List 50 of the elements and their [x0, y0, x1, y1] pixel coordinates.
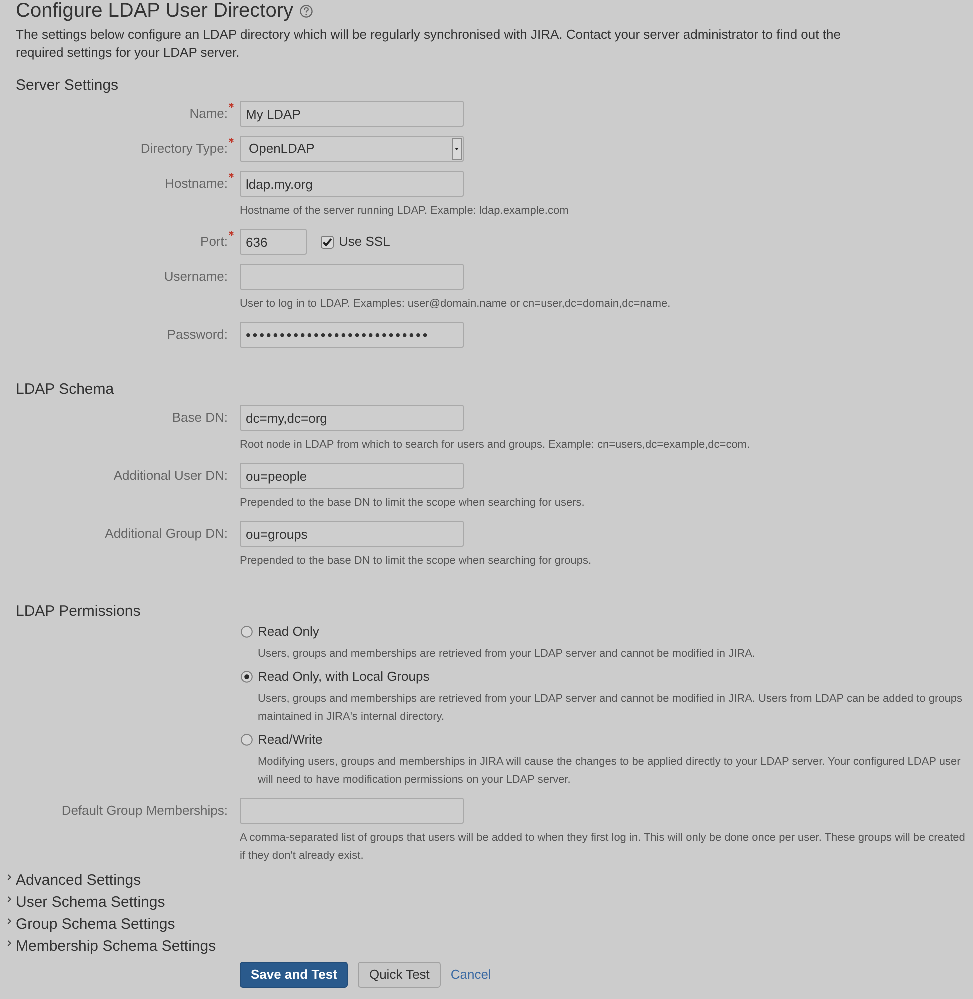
checkbox-label[interactable]: Use SSL	[339, 232, 390, 252]
text-input[interactable]: dc=my,dc=org	[240, 405, 464, 431]
section-toggle[interactable]: User Schema Settings	[7, 892, 166, 914]
field-hint: Prepended to the base DN to limit the scope when searching for users.	[240, 496, 586, 511]
radio-button[interactable]	[241, 671, 253, 683]
radio-label[interactable]: Read/Write	[258, 730, 323, 750]
field-hint: User to log in to LDAP. Examples: user@domain.name or cn=user,dc=domain,dc=name.	[240, 297, 672, 312]
field-hint: Hostname of the server running LDAP. Example: ldap.example.com	[240, 204, 570, 219]
field-label: Port:	[200, 232, 228, 252]
radio-label[interactable]: Read Only	[258, 622, 320, 642]
option-description: Users, groups and memberships are retrieved from your LDAP server and cannot be modified in JIRA. Users from LDAP can be added to groups maintained in JIRA's internal directory.	[257, 692, 964, 725]
page-description: The settings below configure an LDAP directory which will be regularly synchronised with JIRA. Contact your server administrator to find out the required settings for your LDAP server.	[16, 26, 842, 62]
checkbox[interactable]	[321, 236, 334, 248]
dropdown-select[interactable]: OpenLDAP	[240, 136, 464, 162]
radio-button[interactable]	[241, 734, 253, 746]
text-input[interactable]: ou=people	[240, 463, 464, 489]
field-hint: Root node in LDAP from which to search for users and groups. Example: cn=users,dc=example,dc=com.	[240, 438, 752, 453]
field-label: Base DN:	[172, 409, 228, 428]
field-label: Hostname:	[165, 174, 228, 194]
option-description: Users, groups and memberships are retrieved from your LDAP server and cannot be modified in JIRA.	[257, 647, 756, 662]
text-input[interactable]	[240, 798, 464, 824]
field-label: Name:	[190, 104, 228, 124]
radio-button[interactable]	[241, 626, 253, 638]
option-description: Modifying users, groups and memberships in JIRA will cause the changes to be applied directly to your LDAP server. Your configured LDAP user will need to have modification permissions on your LDAP server.	[257, 755, 962, 788]
field-hint: Prepended to the base DN to limit the scope when searching for groups.	[240, 554, 593, 569]
section-toggle[interactable]: Advanced Settings	[7, 870, 142, 892]
text-input[interactable]: ldap.my.org	[240, 171, 464, 197]
text-input[interactable]: ou=groups	[240, 521, 464, 547]
password-input[interactable]: •••••••••••••••••••••••••••	[240, 322, 464, 348]
section-heading: Server Settings	[16, 76, 120, 96]
port-input[interactable]: 636	[240, 229, 307, 255]
field-label: Password:	[167, 326, 228, 344]
page-title: Configure LDAP User Directory	[16, 0, 294, 22]
primary-button[interactable]: Save and Test	[240, 962, 348, 988]
section-toggle[interactable]: Membership Schema Settings	[7, 936, 216, 958]
field-label: Default Group Memberships:	[62, 802, 228, 820]
text-input[interactable]: My LDAP	[240, 101, 464, 127]
text-input[interactable]	[240, 264, 464, 290]
section-heading: LDAP Schema	[16, 380, 116, 400]
field-label: Username:	[164, 268, 228, 286]
caret-down-icon	[452, 138, 462, 160]
field-hint: A comma-separated list of groups that users will be added to when they first log in. This will only be done once per user. These groups will be created if they don't already exist.	[240, 831, 966, 864]
field-label: Directory Type:	[140, 139, 228, 159]
field-label: Additional User DN:	[114, 467, 228, 486]
radio-label[interactable]: Read Only, with Local Groups	[258, 667, 430, 687]
help-icon[interactable]	[300, 4, 313, 18]
section-toggle[interactable]: Group Schema Settings	[7, 914, 176, 936]
section-heading: LDAP Permissions	[16, 602, 142, 622]
field-label: Additional Group DN:	[105, 525, 228, 544]
secondary-button[interactable]: Quick Test	[358, 962, 441, 988]
